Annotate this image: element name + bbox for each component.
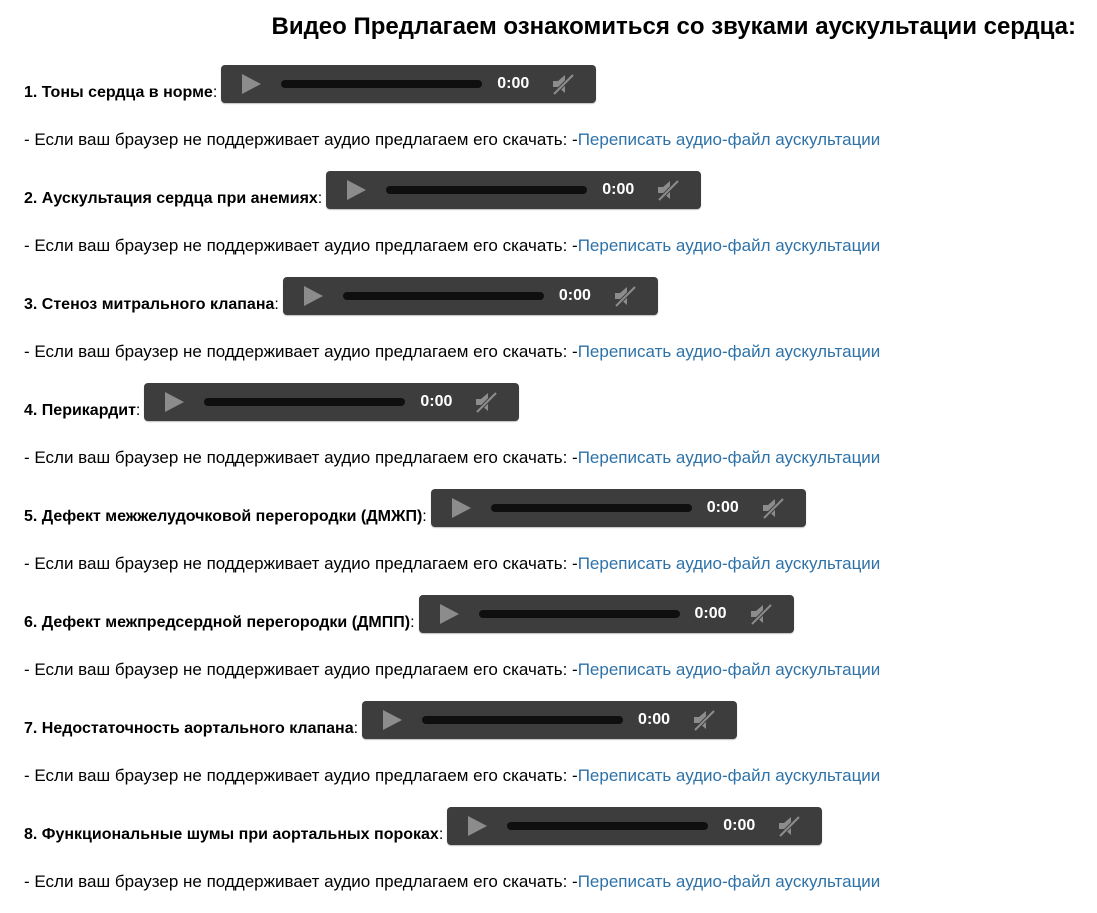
audio-player[interactable]: 0:00	[221, 65, 597, 103]
track-title-colon: :	[422, 508, 427, 525]
audio-player[interactable]: 0:00	[430, 489, 806, 527]
speaker-muted-icon[interactable]	[474, 391, 498, 413]
track-title-colon: :	[410, 614, 415, 631]
time-display: 0:00	[694, 605, 727, 622]
download-text: - Если ваш браузер не поддерживает аудио…	[24, 130, 578, 149]
download-link[interactable]: Переписать аудио-файл аускультации	[578, 554, 881, 573]
download-link[interactable]: Переписать аудио-файл аускультации	[578, 236, 881, 255]
download-notice: - Если ваш браузер не поддерживает аудио…	[24, 236, 880, 256]
progress-bar[interactable]	[204, 398, 406, 406]
track-title: 3. Стеноз митрального клапана	[24, 296, 275, 313]
track-title-colon: :	[274, 296, 279, 313]
track-entry-8: 8. Функциональные шумы при аортальных по…	[24, 807, 1084, 913]
track-entry-1: 1. Тоны сердца в норме : 0:00 - Если ваш…	[24, 65, 1084, 171]
track-title-colon: :	[438, 826, 444, 843]
play-icon[interactable]	[437, 603, 461, 625]
download-text: - Если ваш браузер не поддерживает аудио…	[24, 766, 578, 785]
track-header: 2. Аускультация сердца при анемиях : 0:0…	[24, 171, 702, 209]
audio-player[interactable]: 0:00	[418, 595, 794, 633]
download-notice: - Если ваш браузер не поддерживает аудио…	[24, 448, 880, 468]
play-icon[interactable]	[344, 179, 368, 201]
track-header: 6. Дефект межпредсердной перегородки (ДМ…	[24, 595, 794, 633]
audio-player[interactable]: 0:00	[326, 171, 702, 209]
track-title: 1. Тоны сердца в норме	[24, 84, 213, 101]
download-link[interactable]: Переписать аудио-файл аускультации	[578, 342, 881, 361]
time-display: 0:00	[420, 393, 453, 410]
speaker-muted-icon[interactable]	[692, 709, 716, 731]
download-notice: - Если ваш браузер не поддерживает аудио…	[24, 342, 880, 362]
track-title-colon: :	[135, 402, 141, 419]
download-link[interactable]: Переписать аудио-файл аускультации	[578, 130, 881, 149]
download-text: - Если ваш браузер не поддерживает аудио…	[24, 660, 578, 679]
speaker-muted-icon[interactable]	[551, 73, 575, 95]
page-title: Видео Предлагаем ознакомиться со звуками…	[271, 13, 1076, 40]
download-notice: - Если ваш браузер не поддерживает аудио…	[24, 766, 880, 786]
track-title-colon: :	[212, 84, 218, 101]
track-header: 4. Перикардит : 0:00	[24, 383, 520, 421]
audio-player[interactable]: 0:00	[362, 701, 738, 739]
speaker-muted-icon[interactable]	[613, 285, 637, 307]
speaker-muted-icon[interactable]	[777, 815, 801, 837]
audio-player[interactable]: 0:00	[144, 383, 520, 421]
track-entry-6: 6. Дефект межпредсердной перегородки (ДМ…	[24, 595, 1084, 701]
track-title: 8. Функциональные шумы при аортальных по…	[24, 826, 439, 843]
track-entry-3: 3. Стеноз митрального клапана : 0:00 - Е…	[24, 277, 1084, 383]
download-text: - Если ваш браузер не поддерживает аудио…	[24, 554, 578, 573]
download-notice: - Если ваш браузер не поддерживает аудио…	[24, 660, 880, 680]
track-title: 2. Аускультация сердца при анемиях	[24, 190, 318, 207]
speaker-muted-icon[interactable]	[761, 497, 785, 519]
audio-player[interactable]: 0:00	[447, 807, 823, 845]
track-title: 7. Недостаточность аортального клапана	[24, 720, 354, 737]
time-display: 0:00	[602, 181, 635, 198]
track-title: 6. Дефект межпредсердной перегородки (ДМ…	[24, 614, 411, 631]
track-entry-5: 5. Дефект межжелудочковой перегородки (Д…	[24, 489, 1084, 595]
progress-bar[interactable]	[478, 610, 680, 618]
track-header: 1. Тоны сердца в норме : 0:00	[24, 65, 597, 103]
time-display: 0:00	[723, 817, 756, 834]
track-header: 5. Дефект межжелудочковой перегородки (Д…	[24, 489, 806, 527]
play-icon[interactable]	[380, 709, 404, 731]
time-display: 0:00	[638, 711, 671, 728]
track-title: 5. Дефект межжелудочковой перегородки (Д…	[24, 508, 423, 525]
track-header: 3. Стеноз митрального клапана : 0:00	[24, 277, 658, 315]
time-display: 0:00	[706, 499, 739, 516]
progress-bar[interactable]	[342, 292, 544, 300]
track-entry-7: 7. Недостаточность аортального клапана :…	[24, 701, 1084, 807]
download-notice: - Если ваш браузер не поддерживает аудио…	[24, 554, 880, 574]
download-link[interactable]: Переписать аудио-файл аускультации	[578, 448, 881, 467]
play-icon[interactable]	[162, 391, 186, 413]
track-entry-2: 2. Аускультация сердца при анемиях : 0:0…	[24, 171, 1084, 277]
track-title-colon: :	[353, 720, 359, 737]
progress-bar[interactable]	[281, 80, 483, 88]
download-notice: - Если ваш браузер не поддерживает аудио…	[24, 130, 880, 150]
download-text: - Если ваш браузер не поддерживает аудио…	[24, 448, 578, 467]
progress-bar[interactable]	[422, 716, 624, 724]
time-display: 0:00	[497, 75, 530, 92]
track-header: 8. Функциональные шумы при аортальных по…	[24, 807, 823, 845]
play-icon[interactable]	[465, 815, 489, 837]
track-entry-4: 4. Перикардит : 0:00 - Если ваш браузер …	[24, 383, 1084, 489]
speaker-muted-icon[interactable]	[656, 179, 680, 201]
audio-player[interactable]: 0:00	[282, 277, 658, 315]
download-text: - Если ваш браузер не поддерживает аудио…	[24, 236, 578, 255]
progress-bar[interactable]	[386, 186, 588, 194]
progress-bar[interactable]	[507, 822, 709, 830]
download-text: - Если ваш браузер не поддерживает аудио…	[24, 872, 578, 891]
track-title-colon: :	[317, 190, 323, 207]
download-notice: - Если ваш браузер не поддерживает аудио…	[24, 872, 880, 892]
play-icon[interactable]	[301, 285, 325, 307]
track-title: 4. Перикардит	[24, 402, 136, 419]
time-display: 0:00	[558, 287, 591, 304]
play-icon[interactable]	[449, 497, 473, 519]
download-link[interactable]: Переписать аудио-файл аускультации	[578, 872, 881, 891]
download-text: - Если ваш браузер не поддерживает аудио…	[24, 342, 578, 361]
speaker-muted-icon[interactable]	[749, 603, 773, 625]
track-header: 7. Недостаточность аортального клапана :…	[24, 701, 738, 739]
progress-bar[interactable]	[490, 504, 692, 512]
download-link[interactable]: Переписать аудио-файл аускультации	[578, 766, 881, 785]
play-icon[interactable]	[239, 73, 263, 95]
download-link[interactable]: Переписать аудио-файл аускультации	[578, 660, 881, 679]
